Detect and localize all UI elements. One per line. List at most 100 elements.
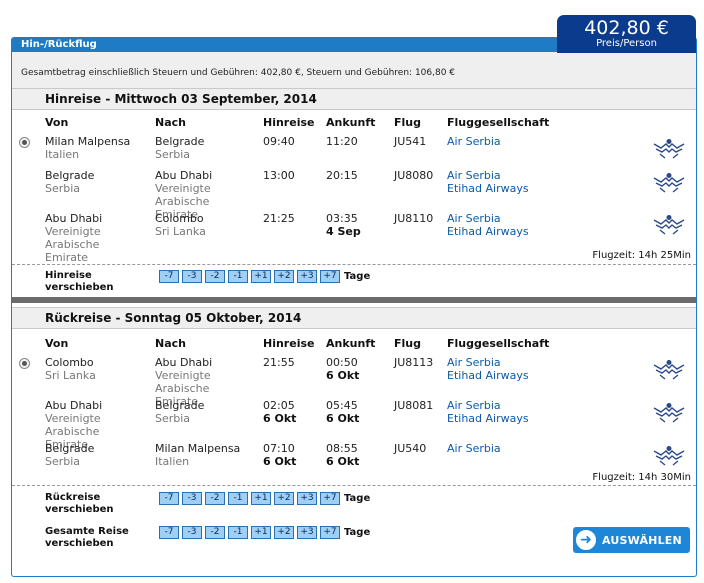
section-divider	[12, 297, 696, 303]
col-header-to: Nach	[155, 337, 186, 350]
shift-plus-7-button[interactable]: +7	[320, 526, 340, 539]
shift-plus-1-button[interactable]: +1	[251, 270, 271, 283]
arrow-right-icon: ➜	[574, 528, 598, 552]
select-button-label: AUSWÄHLEN	[602, 533, 682, 547]
shift-minus-7-button[interactable]: -7	[159, 526, 179, 539]
shift-plus-1-button[interactable]: +1	[251, 492, 271, 505]
arr-time: 08:55	[326, 442, 358, 455]
inbound-select-radio[interactable]	[19, 358, 30, 369]
to-country: Serbia	[155, 412, 191, 425]
arr-time: 20:15	[326, 169, 358, 182]
from-country: Vereinigte Arabische Emirate	[45, 225, 101, 264]
inbound-shift-buttons: -7 -3 -2 -1 +1 +2 +3 +7 Tage	[159, 492, 370, 505]
arr-day: 4 Sep	[326, 225, 361, 238]
to-city: Abu Dhabi	[155, 356, 213, 369]
flight-number: JU8081	[394, 399, 434, 412]
flight-number: JU8110	[394, 212, 434, 225]
arr-time: 05:45	[326, 399, 358, 412]
shift-plus-1-button[interactable]: +1	[251, 526, 271, 539]
total-shift-label: Gesamte Reise verschieben	[45, 526, 129, 549]
air-serbia-logo-icon	[653, 446, 685, 466]
to-country: Sri Lanka	[155, 225, 206, 238]
airline-name: Air Serbia	[447, 399, 501, 412]
col-header-arr: Ankunft	[326, 337, 376, 350]
from-city: Abu Dhabi	[45, 399, 103, 412]
inbound-shift-label: Rückreise verschieben	[45, 492, 114, 515]
shift-plus-2-button[interactable]: +2	[274, 526, 294, 539]
col-header-from: Von	[45, 337, 69, 350]
price-box: 402,80 € Preis/Person	[557, 15, 696, 53]
shift-minus-7-button[interactable]: -7	[159, 270, 179, 283]
col-header-dep: Hinreise	[263, 337, 315, 350]
from-city: Belgrade	[45, 169, 95, 182]
to-city: Abu Dhabi	[155, 169, 213, 182]
to-city: Milan Malpensa	[155, 442, 241, 455]
col-header-airline: Fluggesellschaft	[447, 337, 550, 350]
flight-number: JU8080	[394, 169, 434, 182]
operator-name: Etihad Airways	[447, 369, 529, 382]
from-city: Belgrade	[45, 442, 95, 455]
col-header-from: Von	[45, 116, 69, 129]
shift-minus-1-button[interactable]: -1	[228, 492, 248, 505]
dashed-divider	[12, 264, 696, 265]
from-country: Serbia	[45, 182, 81, 195]
airline-name: Air Serbia	[447, 212, 501, 225]
from-country: Italien	[45, 148, 80, 161]
dep-day: 6 Okt	[263, 455, 297, 468]
outbound-select-radio[interactable]	[19, 137, 30, 148]
col-header-to: Nach	[155, 116, 186, 129]
operator-name: Etihad Airways	[447, 182, 529, 195]
shift-minus-3-button[interactable]: -3	[182, 526, 202, 539]
airline-name: Air Serbia	[447, 442, 501, 455]
to-city: Belgrade	[155, 399, 205, 412]
col-header-airline: Fluggesellschaft	[447, 116, 550, 129]
dep-time: 09:40	[263, 135, 295, 148]
tage-label: Tage	[344, 271, 371, 282]
col-header-dep: Hinreise	[263, 116, 315, 129]
to-country: Serbia	[155, 148, 191, 161]
shift-plus-7-button[interactable]: +7	[320, 270, 340, 283]
air-serbia-logo-icon	[653, 360, 685, 380]
shift-plus-2-button[interactable]: +2	[274, 492, 294, 505]
shift-minus-7-button[interactable]: -7	[159, 492, 179, 505]
airline-name: Air Serbia	[447, 356, 501, 369]
price-amount: 402,80 €	[584, 17, 669, 39]
shift-minus-1-button[interactable]: -1	[228, 270, 248, 283]
price-per-person-label: Preis/Person	[596, 38, 657, 49]
shift-plus-3-button[interactable]: +3	[297, 492, 317, 505]
select-button[interactable]: ➜ AUSWÄHLEN	[573, 527, 690, 553]
inbound-flight-duration: Flugzeit: 14h 30Min	[592, 472, 691, 483]
shift-minus-3-button[interactable]: -3	[182, 492, 202, 505]
dep-time: 02:05	[263, 399, 295, 412]
from-city: Milan Malpensa	[45, 135, 131, 148]
air-serbia-logo-icon	[653, 403, 685, 423]
operator-name: Etihad Airways	[447, 412, 529, 425]
shift-plus-3-button[interactable]: +3	[297, 270, 317, 283]
to-city: Colombo	[155, 212, 204, 225]
air-serbia-logo-icon	[653, 139, 685, 159]
col-header-flight: Flug	[394, 116, 421, 129]
airline-name: Air Serbia	[447, 169, 501, 182]
shift-minus-3-button[interactable]: -3	[182, 270, 202, 283]
tage-label: Tage	[344, 493, 371, 504]
flight-result-card: Hin-/Rückflug Gesamtbetrag einschließlic…	[11, 37, 697, 577]
shift-plus-7-button[interactable]: +7	[320, 492, 340, 505]
shift-minus-2-button[interactable]: -2	[205, 270, 225, 283]
arr-time: 00:50	[326, 356, 358, 369]
shift-plus-3-button[interactable]: +3	[297, 526, 317, 539]
outbound-shift-label: Hinreise verschieben	[45, 270, 114, 293]
dep-time: 21:55	[263, 356, 295, 369]
dep-time: 21:25	[263, 212, 295, 225]
from-country: Serbia	[45, 455, 81, 468]
arr-day: 6 Okt	[326, 455, 360, 468]
flight-number: JU541	[394, 135, 427, 148]
shift-minus-1-button[interactable]: -1	[228, 526, 248, 539]
arr-time: 11:20	[326, 135, 358, 148]
shift-plus-2-button[interactable]: +2	[274, 270, 294, 283]
shift-minus-2-button[interactable]: -2	[205, 492, 225, 505]
to-city: Belgrade	[155, 135, 205, 148]
from-city: Abu Dhabi	[45, 212, 103, 225]
shift-minus-2-button[interactable]: -2	[205, 526, 225, 539]
air-serbia-logo-icon	[653, 173, 685, 193]
inbound-leg-title: Rückreise - Sonntag 05 Oktober, 2014	[12, 307, 696, 329]
